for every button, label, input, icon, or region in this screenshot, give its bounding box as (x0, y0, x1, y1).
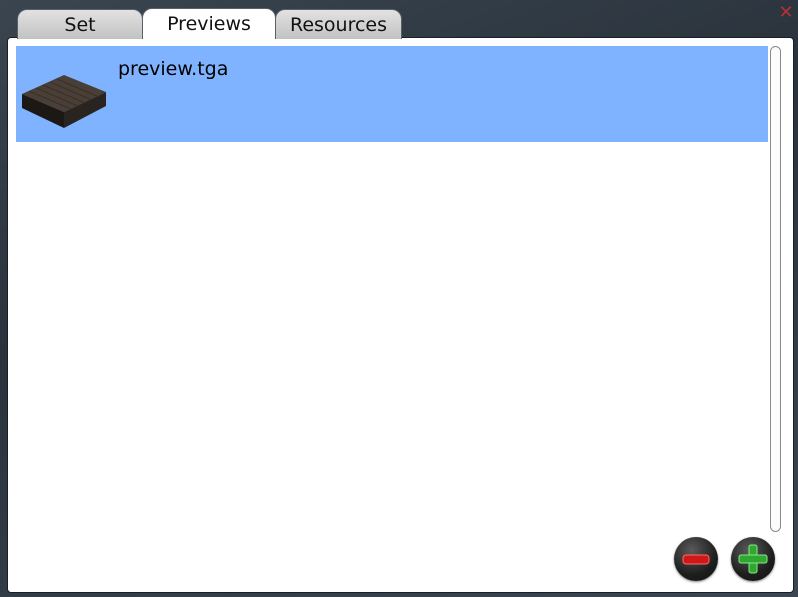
list-item-label: preview.tga (118, 58, 229, 80)
minus-icon (682, 554, 710, 565)
tab-resources[interactable]: Resources (275, 9, 402, 39)
close-icon[interactable]: ✕ (774, 0, 798, 24)
remove-button[interactable] (674, 537, 718, 581)
tab-previews[interactable]: Previews (142, 8, 276, 39)
vertical-scrollbar[interactable] (770, 46, 781, 532)
preview-thumbnail (22, 75, 106, 128)
tab-set[interactable]: Set (17, 9, 143, 39)
tab-previews-label: Previews (167, 13, 251, 35)
add-button[interactable] (731, 537, 775, 581)
list-item[interactable]: preview.tga (16, 46, 768, 142)
tab-resources-label: Resources (289, 13, 388, 36)
tab-set-label: Set (64, 13, 96, 36)
preview-list: preview.tga (16, 46, 768, 526)
plus-icon (738, 544, 768, 574)
